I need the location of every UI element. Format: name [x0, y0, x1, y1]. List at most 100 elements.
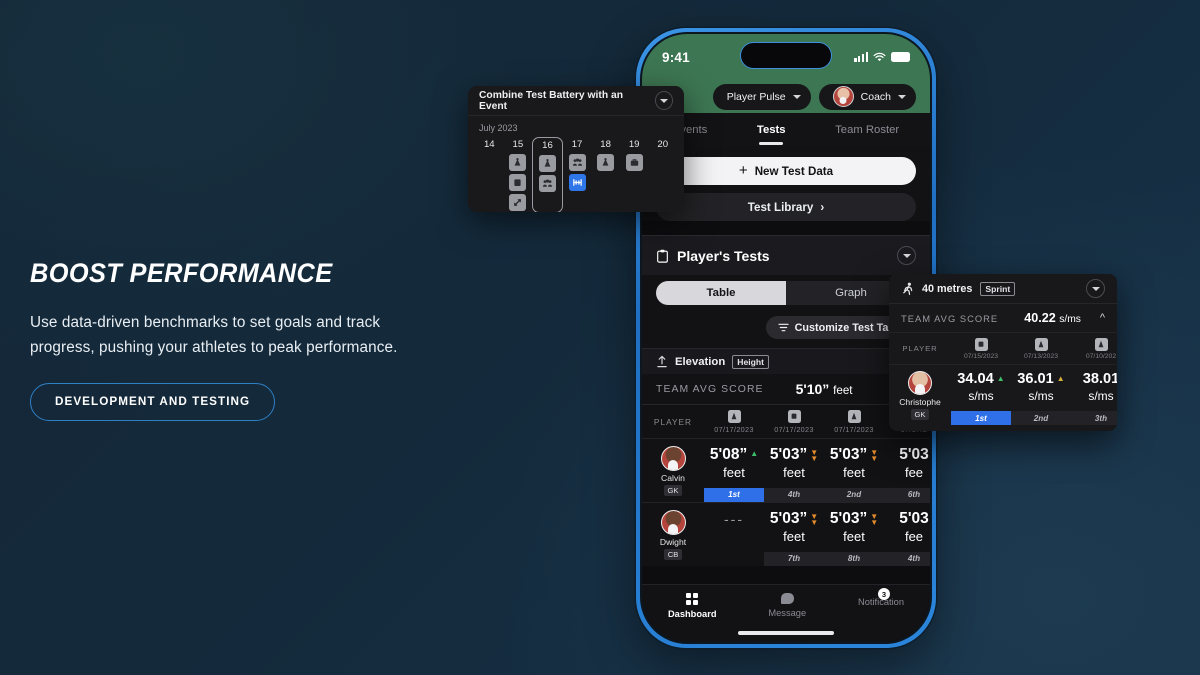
collapse-calendar-button[interactable] — [654, 91, 673, 110]
cone-icon[interactable] — [538, 155, 556, 172]
sprint-avg-label: TEAM AVG SCORE — [901, 312, 999, 324]
sprint-tag: Sprint — [980, 281, 1016, 296]
group-icon[interactable] — [538, 175, 556, 192]
role-label: Coach — [860, 90, 891, 103]
table-row[interactable]: Dwight CB --- 5'03” ▼ ▼ feet 7th 5'03” ▼ ▼ f… — [642, 502, 930, 566]
collapse-players-tests-button[interactable] — [897, 246, 916, 265]
nav-message[interactable]: Message — [768, 593, 806, 618]
cone-icon — [727, 409, 741, 423]
score-value: 5'03” — [769, 510, 808, 527]
chevron-down-icon — [1091, 286, 1100, 291]
collapse-sprint-button[interactable] — [1086, 279, 1105, 298]
calendar-day-number: 17 — [571, 139, 583, 150]
table-header-row: PLAYER 07/17/2023 07/17/2023 07/17/2023 — [642, 404, 930, 438]
calendar-day[interactable]: 19 — [620, 137, 649, 212]
customize-row: Customize Test Table — [642, 314, 930, 348]
nav-notification[interactable]: 3 Notification — [858, 588, 904, 607]
chat-bubble-icon — [780, 593, 794, 604]
table-header-player: PLAYER — [653, 416, 693, 427]
collapse-sprint-metric-button[interactable]: ^ — [1100, 312, 1105, 324]
column-date: 07/17/2023 — [774, 424, 814, 434]
role-select[interactable]: Coach — [818, 83, 916, 110]
rank-badge: 8th — [824, 551, 884, 566]
calendar-popup-title: Combine Test Battery with an Event — [479, 89, 623, 112]
chevron-down-icon — [902, 253, 911, 258]
dynamic-island — [740, 42, 832, 69]
calendar-day[interactable]: 18 — [591, 137, 620, 212]
sprint-test-popup: 40 metres Sprint TEAM AVG SCORE 40.22 s/… — [889, 274, 1117, 431]
cone-icon[interactable] — [509, 154, 527, 171]
clipboard-icon[interactable] — [509, 174, 527, 191]
group-icon[interactable] — [568, 154, 586, 171]
calendar-day[interactable]: 20 — [648, 137, 677, 212]
player-cell: Dwight CB — [642, 503, 704, 566]
briefcase-icon[interactable] — [625, 154, 643, 171]
avg-number: 5'10” — [795, 381, 830, 397]
expand-icon[interactable] — [509, 194, 527, 211]
avatar — [832, 86, 854, 107]
cone-icon[interactable] — [597, 154, 615, 171]
battery-icon — [891, 52, 910, 62]
test-library-button[interactable]: Test Library › — [656, 193, 916, 221]
tab-tests[interactable]: Tests — [757, 124, 786, 136]
main-tabs: Events Tests Team Roster — [642, 113, 930, 146]
sprint-score-cell: 38.01 s/ms 3th — [1071, 365, 1117, 425]
score-value: 38.01 — [1082, 371, 1117, 387]
sprint-avg-number: 40.22 — [1024, 311, 1056, 325]
sprint-table-row[interactable]: Christophe GK 34.04 ▲ s/ms 1st 36.01 ▲ s/m… — [889, 364, 1117, 425]
new-test-data-button[interactable]: + New Test Data — [656, 157, 916, 185]
players-tests-title: Player's Tests — [677, 247, 770, 264]
wifi-icon — [873, 52, 886, 61]
metric-elevation-row: Elevation Height — [642, 348, 930, 374]
development-and-testing-button[interactable]: DEVELOPMENT AND TESTING — [30, 382, 276, 421]
rank-badge: 6th — [884, 487, 930, 502]
rank-badge: 2nd — [824, 487, 884, 502]
cellular-signal-icon — [854, 52, 868, 62]
player-position: GK — [910, 409, 930, 420]
score-value: 5'03” — [829, 446, 868, 463]
hero-copy-block: BOOST PERFORMANCE Use data-driven benchm… — [30, 258, 410, 421]
nav-dashboard[interactable]: Dashboard — [668, 593, 717, 619]
trend-up-icon: ▲ — [996, 374, 1005, 383]
match-icon[interactable] — [568, 174, 586, 191]
trend-down-icon: ▼ ▼ — [810, 512, 819, 527]
hero-description: Use data-driven benchmarks to set goals … — [30, 314, 398, 356]
tests-table: PLAYER 07/17/2023 07/17/2023 07/17/2023 — [642, 404, 930, 566]
calendar-day-selected[interactable]: 16 — [532, 137, 563, 212]
column-date: 07/15/2023 — [963, 352, 999, 360]
tab-table[interactable]: Table — [656, 281, 786, 305]
player-pulse-select[interactable]: Player Pulse — [712, 83, 811, 110]
score-unit: s/ms — [968, 389, 994, 404]
score-unit: feet — [783, 529, 805, 545]
calendar-day[interactable]: 14 — [475, 137, 504, 212]
calendar-day-number: 18 — [600, 139, 611, 150]
column-date: 07/10/202 — [1085, 352, 1117, 360]
status-bar: 9:41 — [642, 34, 930, 80]
avatar — [908, 371, 932, 395]
tab-team-roster[interactable]: Team Roster — [835, 124, 899, 136]
calendar-day-number: 15 — [512, 139, 524, 150]
rank-badge: 3th — [1071, 411, 1117, 425]
rank-badge: 4th — [884, 551, 930, 566]
team-avg-score-value: 5'10” feet — [796, 381, 853, 397]
nav-message-label: Message — [768, 608, 807, 618]
calendar-day[interactable]: 15 — [504, 137, 533, 212]
score-unit: feet — [843, 529, 865, 545]
sprint-title: 40 metres — [922, 282, 973, 295]
plus-icon: + — [738, 161, 748, 179]
filter-icon — [778, 323, 789, 332]
player-pulse-label: Player Pulse — [726, 90, 786, 103]
calendar-day[interactable]: 17 — [563, 137, 592, 212]
table-row[interactable]: Calvin GK 5'08” ▲ feet 1st 5'03” ▼ ▼ feet 4… — [642, 438, 930, 502]
status-time: 9:41 — [662, 49, 690, 65]
score-unit: fee — [904, 529, 924, 545]
score-unit: feet — [723, 465, 745, 481]
score-value: 5'03 — [899, 510, 929, 527]
trend-down-icon: ▼ ▼ — [810, 448, 819, 463]
avatar — [660, 510, 686, 535]
notification-badge: 3 — [878, 588, 891, 600]
sprint-player-cell: Christophe GK — [889, 365, 951, 425]
customize-test-table-label: Customize Test Table — [794, 321, 904, 334]
trend-down-icon: ▼ ▼ — [870, 448, 879, 463]
player-name: Christophe — [899, 397, 941, 407]
